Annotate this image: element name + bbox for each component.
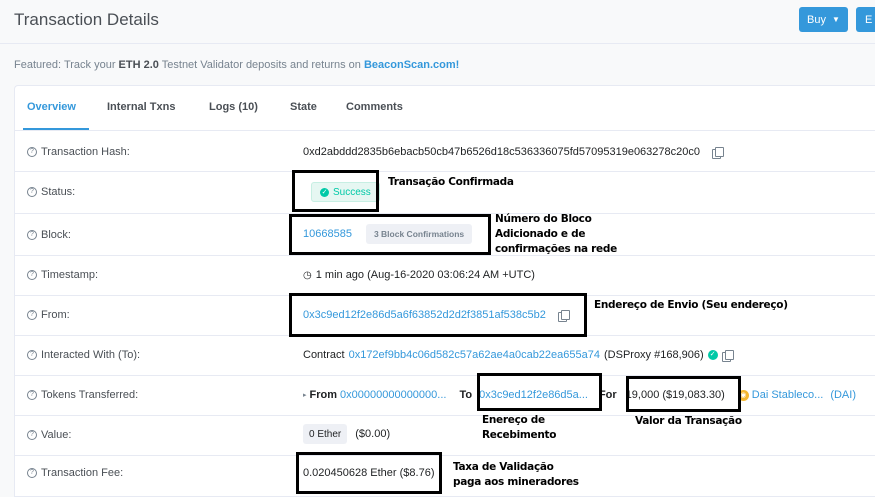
label-text: Tokens Transferred: xyxy=(41,389,139,401)
annotation-fee-line2: paga aos mineradores xyxy=(453,476,579,488)
help-icon[interactable]: ? xyxy=(27,147,37,157)
row-timestamp: ? Timestamp: ◷ 1 min ago (Aug-16-2020 03:0… xyxy=(15,256,875,296)
row-label: ? Transaction Hash: xyxy=(27,146,130,158)
help-icon[interactable]: ? xyxy=(27,187,37,197)
tab-comments[interactable]: Comments xyxy=(346,101,403,113)
buy-button-label: Buy xyxy=(807,13,827,26)
contract-name: (DSProxy #168,906) xyxy=(604,349,704,361)
label-text: Value: xyxy=(41,429,72,441)
verified-check-icon: ✓ xyxy=(707,350,718,360)
help-icon[interactable]: ? xyxy=(27,230,37,240)
tab-state[interactable]: State xyxy=(290,101,317,113)
row-interacted-with: ? Interacted With (To): Contract 0x172ef9… xyxy=(15,336,875,376)
label-text: Timestamp: xyxy=(41,269,99,281)
active-tab-indicator xyxy=(23,128,89,130)
help-icon[interactable]: ? xyxy=(27,468,37,478)
beaconscan-link[interactable]: BeaconScan.com! xyxy=(364,59,459,71)
annotation-from: Endereço de Envio (Seu endereço) xyxy=(594,299,788,311)
annotation-to-line1: Enereço de xyxy=(482,414,545,426)
row-label: ? Tokens Transferred: xyxy=(27,389,138,401)
row-label: ? From: xyxy=(27,309,70,321)
row-value: Contract 0x172ef9bb4c06d582c57a62ae4a0ca… xyxy=(303,349,734,362)
row-label: ? Timestamp: xyxy=(27,269,98,281)
row-transaction-hash: ? Transaction Hash: 0xd2abddd2835b6ebacb5… xyxy=(15,131,875,172)
token-from-address-link[interactable]: 0x00000000000000... xyxy=(340,389,446,401)
featured-banner: Featured: Track your ETH 2.0 Testnet Val… xyxy=(14,59,459,71)
annotation-fee-line1: Taxa de Validação xyxy=(453,461,554,473)
buy-button[interactable]: Buy ▼ xyxy=(799,7,848,32)
featured-prefix: Featured: Track your xyxy=(14,59,119,71)
label-text: Transaction Hash: xyxy=(41,146,130,158)
exchange-button-label: E xyxy=(865,13,873,26)
row-value: 0xd2abddd2835b6ebacb50cb47b6526d18c53633… xyxy=(303,146,724,159)
page-title: Transaction Details xyxy=(14,10,159,29)
row-label: ? Value: xyxy=(27,429,71,441)
copy-icon[interactable] xyxy=(721,349,734,362)
highlight-status-box xyxy=(292,170,379,212)
page-header: Transaction Details Buy ▼ E xyxy=(0,0,875,44)
token-symbol: (DAI) xyxy=(830,389,856,401)
annotation-amount: Valor da Transação xyxy=(635,415,742,427)
row-label: ? Transaction Fee: xyxy=(27,467,123,479)
annotation-block-line1: Número do Bloco xyxy=(495,213,592,225)
label-text: Transaction Fee: xyxy=(41,467,124,479)
token-name-link[interactable]: Dai Stableco... xyxy=(752,389,824,401)
annotation-block-line3: confirmações na rede xyxy=(495,243,617,255)
row-value-ether: ? Value: 0 Ether ($0.00) xyxy=(15,416,875,456)
usd-value: ($0.00) xyxy=(355,428,391,440)
label-text: Interacted With (To): xyxy=(41,349,141,361)
timestamp-value: 1 min ago (Aug-16-2020 03:06:24 AM +UTC) xyxy=(315,269,535,281)
chevron-down-icon: ▼ xyxy=(832,15,840,24)
annotation-block-line2: Adicionado e de xyxy=(495,228,586,240)
clock-icon: ◷ xyxy=(303,269,312,281)
tab-overview[interactable]: Overview xyxy=(27,101,76,113)
label-text: From: xyxy=(41,309,70,321)
transaction-hash-value: 0xd2abddd2835b6ebacb50cb47b6526d18c53633… xyxy=(303,146,700,158)
help-icon[interactable]: ? xyxy=(27,350,37,360)
contract-prefix: Contract xyxy=(303,349,345,361)
help-icon[interactable]: ? xyxy=(27,310,37,320)
tab-internal-txns[interactable]: Internal Txns xyxy=(107,101,175,113)
row-tokens-transferred: ? Tokens Transferred: ▸ From 0x0000000000… xyxy=(15,376,875,416)
label-text: Status: xyxy=(41,186,76,198)
exchange-button[interactable]: E xyxy=(856,7,875,32)
tab-bar: Overview Internal Txns Logs (10) State C… xyxy=(15,86,875,131)
tab-logs[interactable]: Logs (10) xyxy=(209,101,258,113)
annotation-status: Transação Confirmada xyxy=(388,176,514,188)
highlight-fee-box xyxy=(296,452,442,494)
highlight-from-box xyxy=(289,293,587,337)
row-label: ? Interacted With (To): xyxy=(27,349,140,361)
row-label: ? Status: xyxy=(27,186,75,198)
transaction-card: Overview Internal Txns Logs (10) State C… xyxy=(14,85,875,497)
row-value: 0 Ether ($0.00) xyxy=(303,424,390,444)
token-from-label: From xyxy=(309,389,338,401)
featured-middle: Testnet Validator deposits and returns o… xyxy=(158,59,364,71)
help-icon[interactable]: ? xyxy=(27,270,37,280)
annotation-to-line2: Recebimento xyxy=(482,429,557,441)
highlight-block-box xyxy=(289,214,491,255)
copy-icon[interactable] xyxy=(712,146,724,159)
row-label: ? Block: xyxy=(27,229,71,241)
ether-value-badge: 0 Ether xyxy=(303,424,348,444)
help-icon[interactable]: ? xyxy=(27,390,37,400)
highlight-amount-box xyxy=(626,376,741,412)
triangle-right-icon: ▸ xyxy=(303,392,307,399)
label-text: Block: xyxy=(41,229,71,241)
featured-bold: ETH 2.0 xyxy=(118,59,159,71)
contract-address-link[interactable]: 0x172ef9bb4c06d582c57a62ae4a0cab22ea655a… xyxy=(349,349,600,361)
row-value: ◷ 1 min ago (Aug-16-2020 03:06:24 AM +UTC… xyxy=(303,269,535,281)
row-transaction-fee: ? Transaction Fee: 0.020450628 Ether ($8.… xyxy=(15,456,875,497)
highlight-to-box xyxy=(477,373,602,411)
token-to-label: To xyxy=(459,389,473,401)
help-icon[interactable]: ? xyxy=(27,430,37,440)
